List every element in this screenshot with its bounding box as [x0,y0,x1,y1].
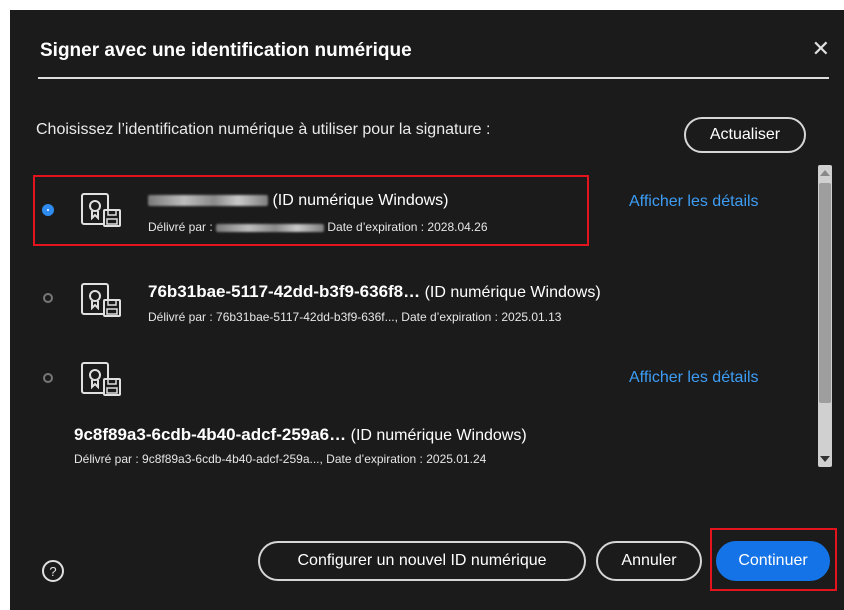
certificate-icon [81,362,121,396]
scroll-thumb[interactable] [819,183,831,403]
scroll-down-icon[interactable] [820,456,830,462]
digital-id-id: 76b31bae-5117-42dd-b3f9-636f8… [148,282,421,301]
radio-unselected[interactable] [43,293,53,303]
scroll-up-icon[interactable] [820,170,830,176]
issued-by-label: Délivré par : [148,310,213,324]
refresh-button[interactable]: Actualiser [684,117,806,153]
expiration-text: Date d’expiration : 2025.01.24 [326,452,487,466]
list-scrollbar[interactable] [818,165,832,467]
dialog-title: Signer avec une identification numérique [40,40,412,61]
show-details-link[interactable]: Afficher les détails [629,193,759,211]
digital-id-details-line: Délivré par : 9c8f89a3-6cdb-4b40-adcf-25… [74,452,486,466]
help-icon[interactable]: ? [42,560,64,582]
configure-new-id-button[interactable]: Configurer un nouvel ID numérique [258,541,586,581]
issuer-text: 9c8f89a3-6cdb-4b40-adcf-259a..., [142,452,323,466]
digital-id-name: 76b31bae-5117-42dd-b3f9-636f8… (ID numér… [148,282,601,302]
title-divider [38,77,829,79]
digital-id-type: (ID numérique Windows) [350,427,527,444]
issuer-text: 76b31bae-5117-42dd-b3f9-636f..., [216,310,398,324]
expiration-text: Date d’expiration : 2025.01.13 [401,310,562,324]
prompt-text: Choisissez l’identification numérique à … [36,121,491,138]
digital-id-type: (ID numérique Windows) [424,284,601,301]
issued-by-label: Délivré par : [74,452,139,466]
certificate-icon [81,283,121,317]
digital-id-item[interactable]: (ID numérique Windows) Délivré par : Dat… [10,160,820,250]
digital-id-list[interactable]: (ID numérique Windows) Délivré par : Dat… [10,160,844,478]
selection-highlight [33,175,589,246]
digital-id-name: 9c8f89a3-6cdb-4b40-adcf-259a6… (ID numér… [74,425,527,445]
digital-id-item[interactable]: 76b31bae-5117-42dd-b3f9-636f8… (ID numér… [10,260,820,340]
sign-dialog: Signer avec une identification numérique… [10,10,844,610]
cancel-button[interactable]: Annuler [596,541,702,581]
digital-id-details-line: Délivré par : 76b31bae-5117-42dd-b3f9-63… [148,310,561,324]
show-details-link[interactable]: Afficher les détails [629,369,759,387]
digital-id-id: 9c8f89a3-6cdb-4b40-adcf-259a6… [74,425,347,444]
close-icon[interactable]: ✕ [812,38,830,60]
continue-button[interactable]: Continuer [716,541,830,581]
radio-unselected[interactable] [43,373,53,383]
digital-id-item[interactable]: Afficher les détails 9c8f89a3-6cdb-4b40-… [10,345,820,475]
